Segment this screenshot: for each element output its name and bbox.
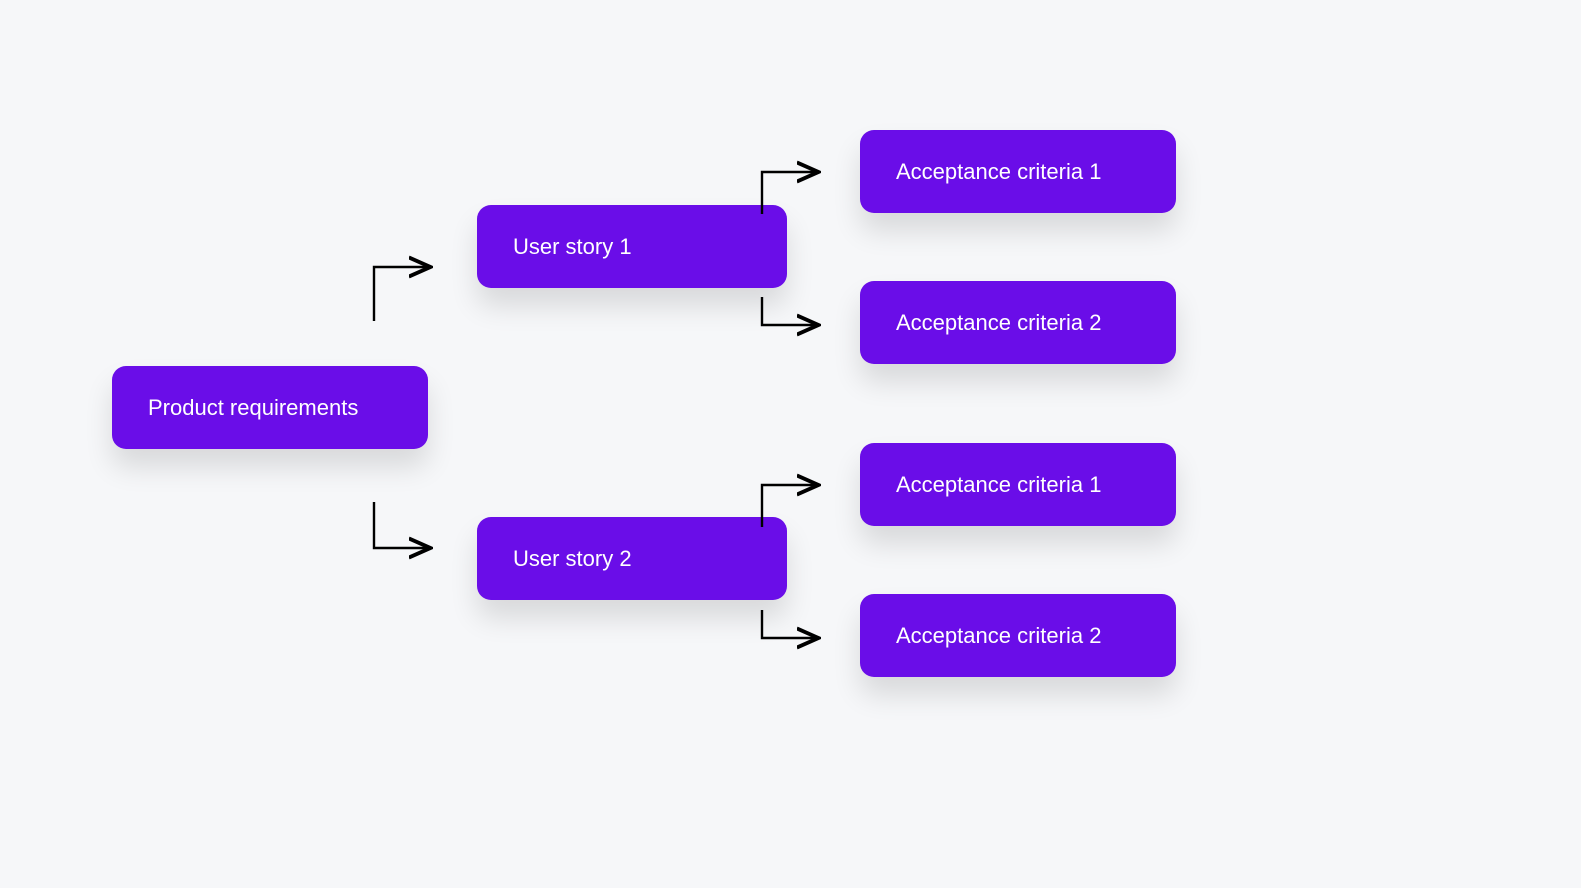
- node-label: User story 2: [513, 546, 632, 572]
- node-acceptance-2-1: Acceptance criteria 1: [860, 443, 1176, 526]
- node-user-story-2: User story 2: [477, 517, 787, 600]
- node-acceptance-1-2: Acceptance criteria 2: [860, 281, 1176, 364]
- node-user-story-1: User story 1: [477, 205, 787, 288]
- node-label: Acceptance criteria 1: [896, 159, 1101, 185]
- node-label: Acceptance criteria 2: [896, 623, 1101, 649]
- connector-arrow-up-icon: [372, 259, 452, 329]
- connector-arrow-down-icon: [760, 295, 840, 343]
- node-product-requirements: Product requirements: [112, 366, 428, 449]
- connector-arrow-down-icon: [372, 500, 452, 570]
- node-label: Product requirements: [148, 395, 358, 421]
- node-acceptance-1-1: Acceptance criteria 1: [860, 130, 1176, 213]
- connector-arrow-up-icon: [760, 477, 840, 535]
- connector-arrow-up-icon: [760, 164, 840, 222]
- connector-arrow-down-icon: [760, 608, 840, 656]
- node-label: Acceptance criteria 2: [896, 310, 1101, 336]
- node-acceptance-2-2: Acceptance criteria 2: [860, 594, 1176, 677]
- node-label: Acceptance criteria 1: [896, 472, 1101, 498]
- node-label: User story 1: [513, 234, 632, 260]
